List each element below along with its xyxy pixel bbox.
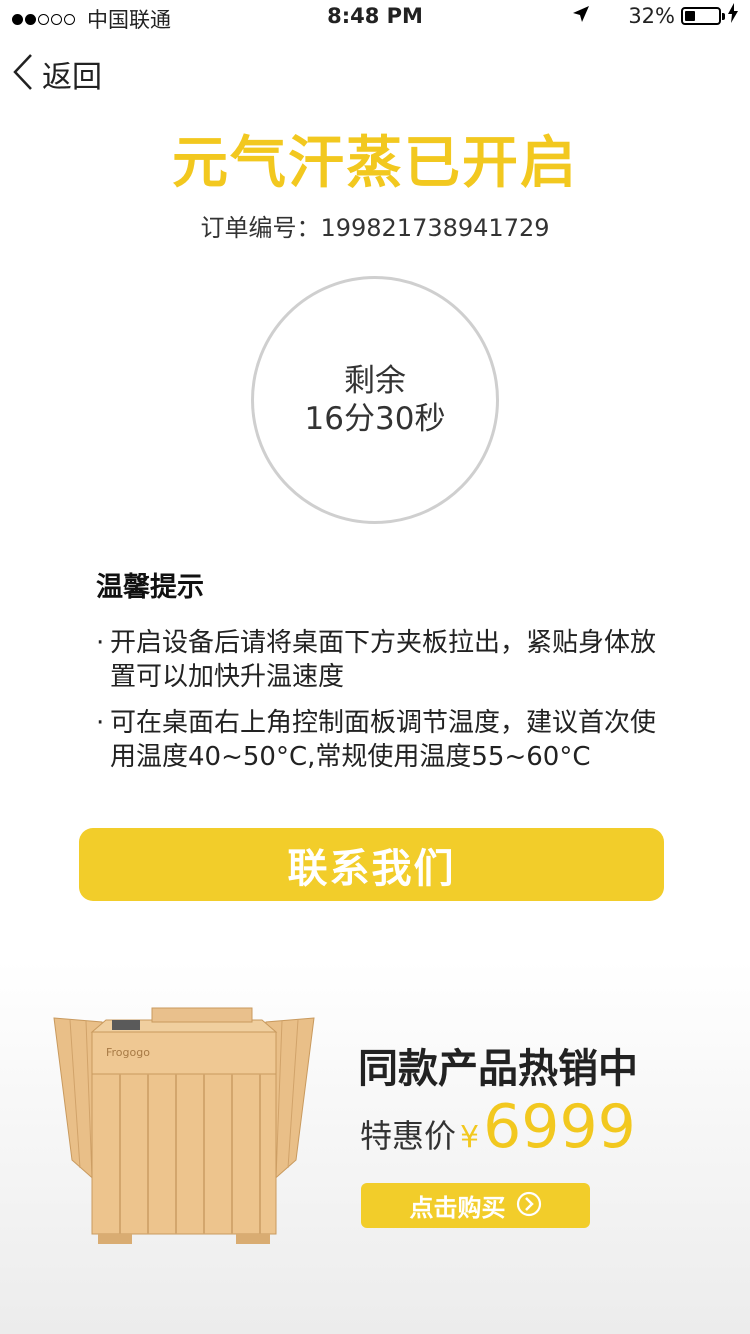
order-number: 199821738941729 (320, 214, 550, 242)
battery-cap (722, 12, 725, 20)
tips-section: 温馨提示 · 开启设备后请将桌面下方夹板拉出，紧贴身体放置可以加快升温速度 · … (96, 565, 676, 786)
price-currency: ¥ (460, 1120, 480, 1155)
charging-bolt-icon (728, 3, 738, 29)
promo-title: 同款产品热销中 (358, 1046, 638, 1092)
battery-icon (681, 7, 721, 25)
tip-item: · 开启设备后请将桌面下方夹板拉出，紧贴身体放置可以加快升温速度 (96, 626, 676, 694)
status-right: 32% (572, 3, 738, 29)
svg-text:Frogogo: Frogogo (106, 1046, 150, 1059)
tip-text: 开启设备后请将桌面下方夹板拉出，紧贴身体放置可以加快升温速度 (110, 628, 657, 692)
circle-arrow-right-icon (516, 1191, 542, 1221)
tip-text: 可在桌面右上角控制面板调节温度，建议首次使用温度40~50°C,常规使用温度55… (110, 708, 657, 772)
timer-value: 16分30秒 (304, 401, 446, 437)
battery-percent: 32% (628, 4, 675, 28)
chevron-left-icon (12, 53, 34, 95)
order-label: 订单编号： (200, 214, 321, 242)
tip-bullet: · (96, 708, 105, 738)
tip-bullet: · (96, 628, 105, 658)
price-value: 6999 (483, 1092, 636, 1162)
back-label: 返回 (42, 60, 102, 95)
status-bar: 中国联通 8:48 PM 32% (0, 0, 750, 40)
order-number-line: 订单编号：199821738941729 (0, 208, 750, 243)
price-line: 特惠价 ¥ 6999 (360, 1092, 636, 1162)
back-button[interactable]: 返回 (12, 52, 102, 96)
page-title: 元气汗蒸已开启 (172, 131, 578, 196)
buy-now-button[interactable]: 点击购买 (361, 1183, 590, 1228)
tip-item: · 可在桌面右上角控制面板调节温度，建议首次使用温度40~50°C,常规使用温度… (96, 706, 676, 774)
location-arrow-icon (572, 4, 590, 29)
timer-circle: 剩余 16分30秒 (251, 276, 499, 524)
product-image[interactable]: Frogogo (50, 1000, 318, 1250)
timer-label: 剩余 (344, 363, 406, 399)
price-label: 特惠价 (360, 1117, 457, 1155)
tips-title: 温馨提示 (96, 572, 204, 603)
buy-button-label: 点击购买 (409, 1194, 506, 1222)
contact-us-button[interactable]: 联系我们 (79, 828, 664, 901)
